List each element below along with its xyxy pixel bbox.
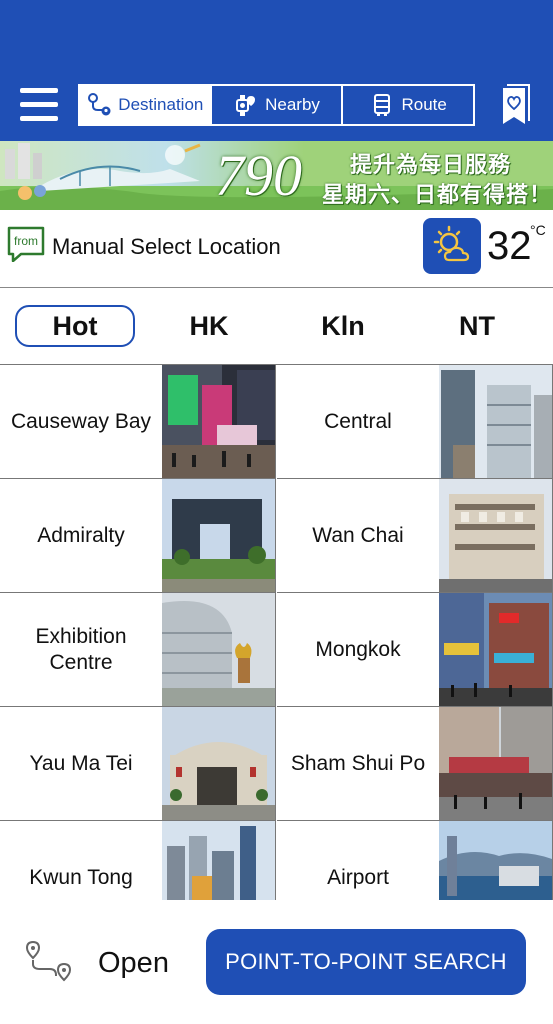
tab-destination-label: Destination (118, 95, 204, 114)
place-exhibition-centre[interactable]: Exhibition Centre (0, 593, 276, 707)
place-yau-ma-tei[interactable]: Yau Ma Tei (0, 707, 276, 821)
region-tabs: Hot HK Kln NT (0, 289, 553, 365)
from-badge-icon: from (7, 226, 45, 262)
tab-nearby[interactable]: Nearby (212, 86, 344, 124)
place-photo (162, 593, 275, 706)
place-kwun-tong[interactable]: Kwun Tong (0, 821, 276, 900)
place-mongkok[interactable]: Mongkok (277, 593, 553, 707)
manual-select-location[interactable]: Manual Select Location (52, 234, 281, 260)
place-name: Admiralty (37, 523, 125, 547)
sun-cloud-icon (433, 225, 470, 262)
temperature-unit: °C (530, 222, 546, 238)
region-tab-kln[interactable]: Kln (283, 305, 403, 347)
place-photo (439, 707, 552, 820)
place-name: Wan Chai (312, 523, 404, 547)
region-tab-nt[interactable]: NT (417, 305, 537, 347)
place-photo (439, 593, 552, 706)
place-name: Yau Ma Tei (29, 751, 133, 775)
banner-line-2: 星期六、日都有得搭！ (322, 182, 553, 207)
from-badge-text: from (14, 234, 38, 248)
place-photo (439, 365, 552, 478)
place-photo (162, 365, 275, 478)
place-photo (162, 479, 275, 592)
region-tab-hk[interactable]: HK (149, 305, 269, 347)
bottom-bar: Open POINT-TO-POINT SEARCH (0, 900, 553, 1024)
point-to-point-search-button[interactable]: POINT-TO-POINT SEARCH (206, 929, 526, 995)
place-name: Kwun Tong (29, 865, 133, 889)
place-name: Airport (327, 865, 389, 889)
banner-route-number: 790 (215, 143, 302, 208)
place-photo (439, 479, 552, 592)
route-pins-icon[interactable] (24, 940, 74, 984)
place-photo (162, 707, 275, 820)
tab-route[interactable]: Route (343, 86, 473, 124)
place-sham-shui-po[interactable]: Sham Shui Po (277, 707, 553, 821)
place-photo (162, 821, 275, 900)
place-central[interactable]: Central (277, 365, 553, 479)
bookmark-heart-icon[interactable] (499, 82, 533, 128)
tab-destination[interactable]: Destination (80, 86, 212, 124)
bus-icon (374, 94, 391, 116)
place-causeway-bay[interactable]: Causeway Bay (0, 365, 276, 479)
tab-route-label: Route (401, 95, 447, 114)
weather-badge[interactable] (423, 218, 481, 274)
region-tab-hot[interactable]: Hot (15, 305, 135, 347)
location-row: from Manual Select Location 32 °C (0, 210, 553, 288)
place-name: Central (324, 409, 392, 433)
place-name: Sham Shui Po (290, 751, 426, 775)
place-wan-chai[interactable]: Wan Chai (277, 479, 553, 593)
promo-banner[interactable]: 790 提升為每日服務 星期六、日都有得搭！ (0, 141, 553, 210)
place-name: Mongkok (315, 637, 401, 661)
mode-tabs: Destination Nearby Route (78, 84, 475, 126)
place-photo (439, 821, 552, 900)
hot-places-grid: Causeway Bay Central Admiralty Wan Chai … (0, 365, 553, 900)
hamburger-menu-icon[interactable] (20, 86, 58, 122)
tab-nearby-label: Nearby (265, 95, 320, 114)
destination-icon (88, 93, 111, 116)
nearby-icon (236, 95, 256, 116)
place-admiralty[interactable]: Admiralty (0, 479, 276, 593)
place-airport[interactable]: Airport (277, 821, 553, 900)
temperature-value: 32 (487, 224, 532, 268)
app-bar: Destination Nearby Route (0, 0, 553, 141)
place-name: Exhibition Centre (35, 624, 127, 674)
open-label[interactable]: Open (98, 947, 169, 980)
place-name: Causeway Bay (10, 409, 152, 433)
banner-line-1: 提升為每日服務 (350, 152, 512, 177)
